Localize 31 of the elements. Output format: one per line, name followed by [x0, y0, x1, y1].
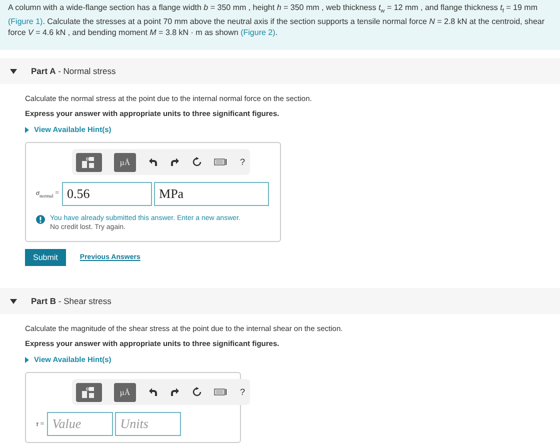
templates-icon [82, 156, 96, 168]
figure-link[interactable]: (Figure 2) [240, 28, 276, 37]
reset-icon[interactable] [192, 387, 202, 397]
redo-icon[interactable] [170, 387, 180, 397]
part-header[interactable]: Part A - Normal stress [0, 58, 560, 84]
units-button[interactable]: µÅ [114, 152, 136, 172]
problem-statement: A column with a wide-flange section has a flange width b = 350 mm , height h = 350 mm , web thickness t$_{w}$ = 12 mm , and flange thickness t$_{f}$ = 19 mm (Figure 1). Calculate the stresses at a point 70 mm above the neutral axis if the section supports a tensile normal force N = 2.8 kN at the centroid, shear force V = 4.6 kN , and bending moment M = 3.8 kN · m as shown (Figure 2). [0, 0, 560, 50]
part-header[interactable]: Part B - Shear stress [0, 288, 560, 314]
undo-icon[interactable] [148, 157, 158, 167]
units-button[interactable]: µÅ [114, 382, 136, 402]
units-field[interactable]: Units [115, 412, 182, 436]
templates-icon [82, 386, 96, 398]
caret-icon [25, 126, 29, 132]
redo-icon[interactable] [170, 157, 180, 167]
alert-icon [36, 215, 45, 224]
undo-icon[interactable] [148, 387, 158, 397]
value-field[interactable]: 0.56 [62, 182, 152, 206]
part-title: Part A - Normal stress [31, 66, 116, 76]
value-field[interactable]: Value [47, 412, 114, 436]
reset-icon[interactable] [192, 157, 202, 167]
help-button[interactable]: ? [240, 387, 246, 397]
help-button[interactable]: ? [240, 157, 246, 167]
units-field[interactable]: MPa [154, 182, 270, 206]
templates-button[interactable] [76, 152, 102, 172]
figure-link[interactable]: (Figure 1) [8, 17, 43, 26]
caret-icon [25, 356, 29, 362]
keyboard-icon[interactable] [214, 157, 228, 167]
templates-button[interactable] [76, 382, 102, 402]
submit-button[interactable]: Submit [25, 249, 66, 266]
keyboard-icon[interactable] [214, 387, 228, 397]
part-title: Part B - Shear stress [31, 296, 112, 306]
